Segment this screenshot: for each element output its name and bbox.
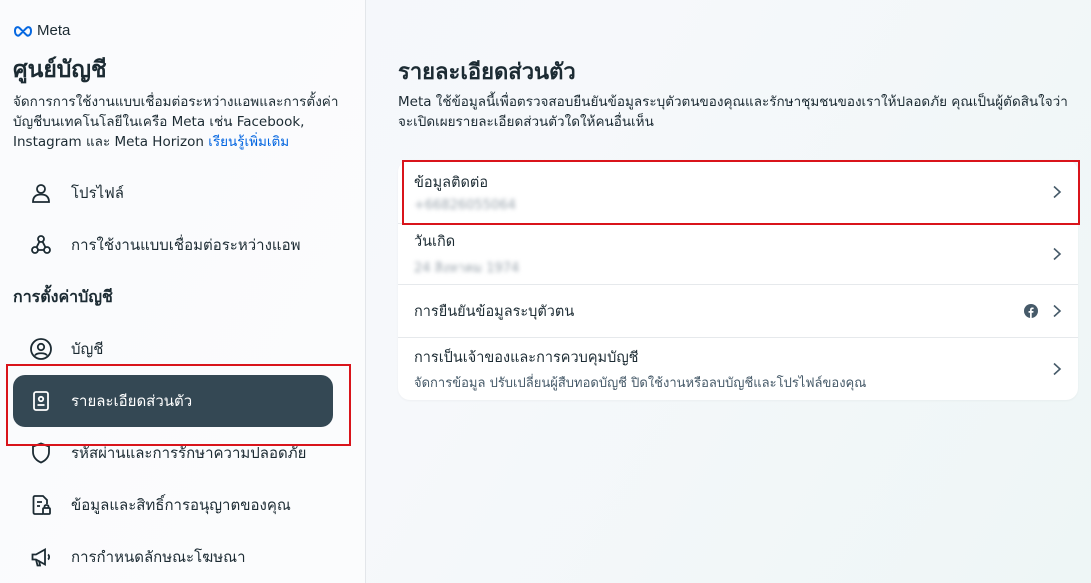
- meta-wordmark: Meta: [37, 22, 71, 39]
- sidebar-description-text: จัดการการใช้งานแบบเชื่อมต่อระหว่างแอพและ…: [13, 94, 339, 150]
- row-value-blurred: 24 สิงหาคม 1974: [414, 261, 520, 276]
- sidebar-item-your-information[interactable]: ข้อมูลและสิทธิ์การอนุญาตของคุณ: [13, 479, 333, 531]
- account-settings-heading: การตั้งค่าบัญชี: [13, 287, 113, 306]
- sidebar-item-connected-experiences[interactable]: การใช้งานแบบเชื่อมต่อระหว่างแอพ: [13, 219, 333, 271]
- sidebar-description: จัดการการใช้งานแบบเชื่อมต่อระหว่างแอพและ…: [13, 92, 353, 152]
- page-title: รายละเอียดส่วนตัว: [398, 60, 576, 85]
- main-content: รายละเอียดส่วนตัว Meta ใช้ข้อมูลนี้เพื่อ…: [366, 0, 1091, 583]
- chevron-right-icon: [1053, 304, 1062, 318]
- row-label: การเป็นเจ้าของและการควบคุมบัญชี: [414, 349, 639, 366]
- row-account-ownership[interactable]: การเป็นเจ้าของและการควบคุมบัญชี จัดการข้…: [398, 338, 1078, 400]
- sidebar-item-label: การใช้งานแบบเชื่อมต่อระหว่างแอพ: [71, 236, 301, 254]
- id-card-icon: [33, 391, 49, 411]
- sidebar-item-password-security[interactable]: รหัสผ่านและการรักษาความปลอดภัย: [13, 427, 333, 479]
- person-icon: [32, 184, 50, 203]
- shield-icon: [32, 442, 50, 464]
- sidebar-item-personal-details[interactable]: รายละเอียดส่วนตัว: [13, 375, 333, 427]
- sidebar-item-ad-preferences[interactable]: การกำหนดลักษณะโฆษณา: [13, 531, 333, 583]
- sidebar-item-label: โปรไฟล์: [71, 184, 124, 202]
- connected-nodes-icon: [31, 235, 51, 254]
- document-lock-icon: [32, 495, 51, 515]
- chevron-right-icon: [1053, 185, 1062, 198]
- row-label: ข้อมูลติดต่อ: [414, 174, 489, 191]
- facebook-icon: [1024, 304, 1038, 318]
- row-label: วันเกิด: [414, 234, 456, 250]
- chevron-right-icon: [1053, 247, 1062, 261]
- sidebar-item-label: การกำหนดลักษณะโฆษณา: [71, 548, 246, 566]
- personal-details-card: ข้อมูลติดต่อ +66826055064 วันเกิด 24 สิง…: [398, 160, 1078, 400]
- sidebar-item-profile[interactable]: โปรไฟล์: [13, 167, 333, 219]
- sidebar-item-label: รหัสผ่านและการรักษาความปลอดภัย: [71, 444, 307, 462]
- learn-more-link[interactable]: เรียนรู้เพิ่มเติม: [208, 134, 289, 150]
- page-description: Meta ใช้ข้อมูลนี้เพื่อตรวจสอบยืนยันข้อมู…: [398, 94, 1068, 130]
- row-contact-info[interactable]: ข้อมูลติดต่อ +66826055064: [398, 160, 1078, 224]
- sidebar-item-label: รายละเอียดส่วนตัว: [71, 392, 193, 410]
- sidebar-item-account[interactable]: บัญชี: [13, 323, 333, 375]
- sidebar: Meta ศูนย์บัญชี จัดการการใช้งานแบบเชื่อม…: [0, 0, 366, 583]
- row-birthday[interactable]: วันเกิด 24 สิงหาคม 1974: [398, 224, 1078, 285]
- row-value-blurred: +66826055064: [414, 197, 516, 213]
- meta-logo[interactable]: Meta: [13, 22, 70, 39]
- row-identity-confirmation[interactable]: การยืนยันข้อมูลระบุตัวตน: [398, 285, 1078, 338]
- sidebar-title: ศูนย์บัญชี: [13, 57, 107, 83]
- row-label: การยืนยันข้อมูลระบุตัวตน: [414, 303, 575, 320]
- chevron-right-icon: [1053, 362, 1062, 376]
- sidebar-item-label: บัญชี: [71, 340, 104, 358]
- sidebar-item-label: ข้อมูลและสิทธิ์การอนุญาตของคุณ: [71, 496, 291, 514]
- megaphone-icon: [31, 547, 51, 567]
- account-circle-icon: [30, 338, 52, 360]
- row-subtitle: จัดการข้อมูล ปรับเปลี่ยนผู้สืบทอดบัญชี ป…: [414, 375, 867, 391]
- meta-infinity-icon: [13, 25, 33, 37]
